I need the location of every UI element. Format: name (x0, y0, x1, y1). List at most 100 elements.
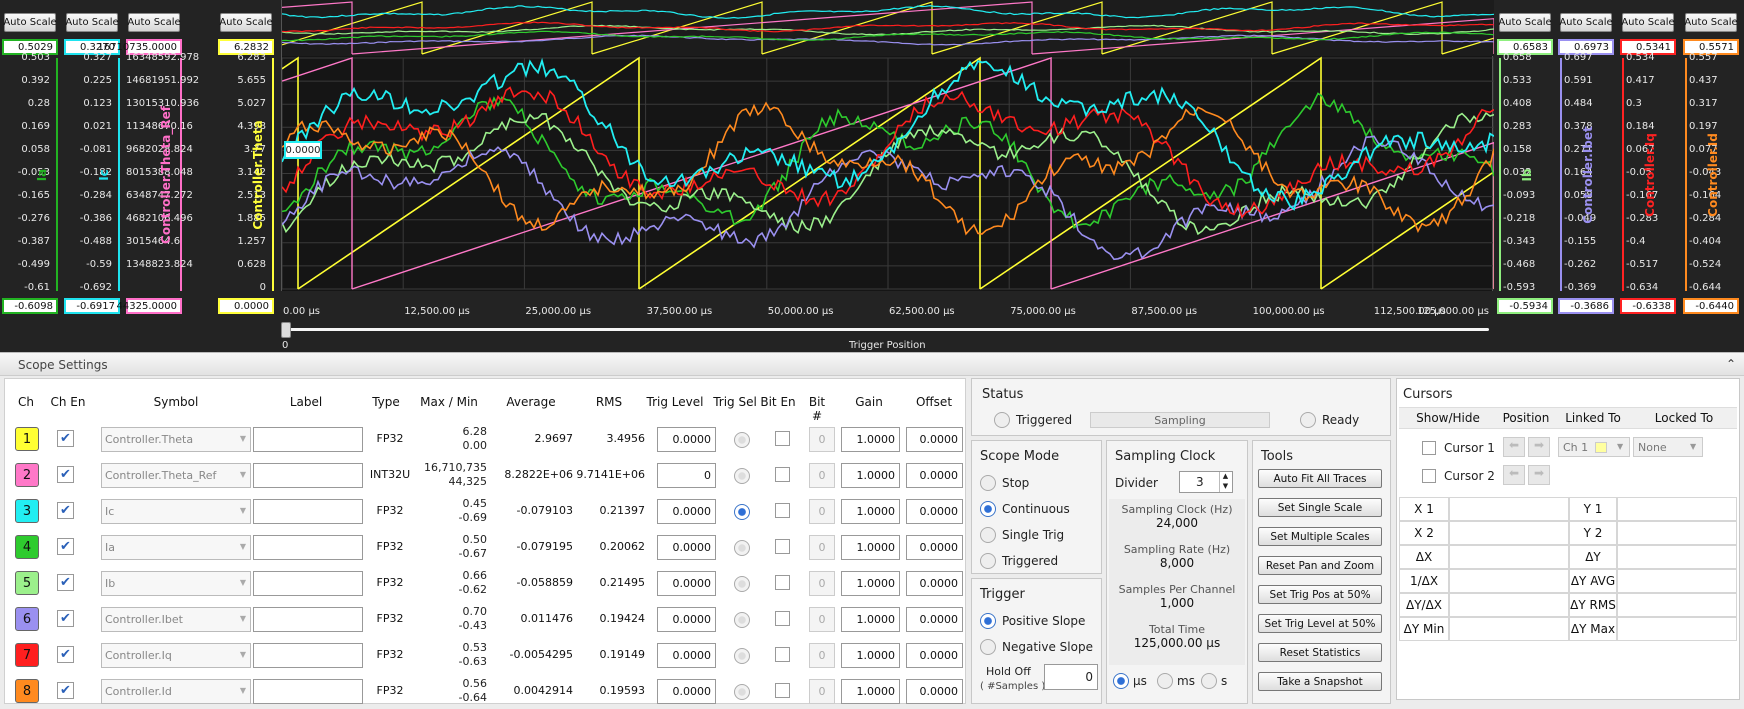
axis-min-input[interactable]: -0.3686 (1558, 298, 1614, 314)
symbol-select[interactable]: Controller.Theta_Ref ▼ (101, 463, 251, 488)
axis-min-input[interactable]: 44325.0000 (117, 298, 182, 314)
bit-number-input[interactable]: 0 (809, 463, 835, 488)
symbol-select[interactable]: Controller.Ibet ▼ (101, 607, 251, 632)
channel-enable-checkbox[interactable]: ✔ (57, 574, 74, 591)
trig-select-radio[interactable] (734, 504, 750, 520)
label-input[interactable] (253, 607, 363, 632)
tool-button[interactable]: Set Single Scale (1258, 498, 1382, 517)
trig-level-input[interactable]: 0.0000 (657, 643, 716, 668)
bit-number-input[interactable]: 0 (809, 535, 835, 560)
offset-input[interactable]: 0.0000 (906, 535, 963, 560)
label-input[interactable] (253, 643, 363, 668)
bit-number-input[interactable]: 0 (809, 643, 835, 668)
cursor-left-arrow-icon[interactable]: ⬅ (1503, 465, 1525, 485)
offset-input[interactable]: 0.0000 (906, 427, 963, 452)
time-unit-option[interactable]: s (1201, 673, 1227, 689)
trig-level-input[interactable]: 0.0000 (657, 607, 716, 632)
trig-select-radio[interactable] (734, 612, 750, 628)
channel-enable-checkbox[interactable]: ✔ (57, 538, 74, 555)
axis-min-input[interactable]: -0.5934 (1497, 298, 1553, 314)
trigger-slope-option[interactable]: Negative Slope (980, 639, 1093, 655)
trig-level-input[interactable]: 0.0000 (657, 427, 716, 452)
offset-input[interactable]: 0.0000 (906, 571, 963, 596)
cursor-left-arrow-icon[interactable]: ⬅ (1503, 437, 1525, 457)
trig-select-radio[interactable] (734, 432, 750, 448)
divider-down-icon[interactable]: ▼ (1219, 482, 1231, 492)
time-unit-option[interactable]: µs (1113, 673, 1147, 689)
divider-up-icon[interactable]: ▲ (1219, 472, 1231, 482)
gain-input[interactable]: 1.0000 (841, 679, 900, 704)
trigger-level-marker[interactable]: 0.0000 (284, 141, 322, 159)
symbol-select[interactable]: Controller.Id ▼ (101, 679, 251, 704)
tool-button[interactable]: Set Trig Pos at 50% (1258, 585, 1382, 604)
axis-min-input[interactable]: -0.6917 (64, 298, 120, 314)
trig-level-input[interactable]: 0.0000 (657, 571, 716, 596)
divider-input[interactable]: 3 ▲ ▼ (1179, 471, 1233, 493)
collapse-icon[interactable]: ⌃ (1726, 357, 1736, 371)
label-input[interactable] (253, 499, 363, 524)
offset-input[interactable]: 0.0000 (906, 607, 963, 632)
offset-input[interactable]: 0.0000 (906, 679, 963, 704)
label-input[interactable] (253, 571, 363, 596)
tool-button[interactable]: Reset Statistics (1258, 643, 1382, 662)
auto-scale-button[interactable]: Auto Scale (3, 13, 57, 32)
trig-level-input[interactable]: 0.0000 (657, 535, 716, 560)
channel-enable-checkbox[interactable]: ✔ (57, 610, 74, 627)
tool-button[interactable]: Reset Pan and Zoom (1258, 556, 1382, 575)
trig-level-input[interactable]: 0 (657, 463, 716, 488)
auto-scale-button[interactable]: Auto Scale (219, 13, 273, 32)
holdoff-input[interactable]: 0 (1044, 664, 1098, 690)
cursor-locked-select[interactable]: None ▼ (1633, 437, 1703, 457)
label-input[interactable] (253, 679, 363, 704)
gain-input[interactable]: 1.0000 (841, 535, 900, 560)
trigger-slope-option[interactable]: Positive Slope (980, 613, 1085, 629)
auto-scale-button[interactable]: Auto Scale (1684, 13, 1738, 32)
cursor-right-arrow-icon[interactable]: ➡ (1528, 465, 1550, 485)
symbol-select[interactable]: Ia ▼ (101, 535, 251, 560)
bit-enable-checkbox[interactable] (775, 539, 790, 554)
gain-input[interactable]: 1.0000 (841, 427, 900, 452)
bit-enable-checkbox[interactable] (775, 611, 790, 626)
trig-select-radio[interactable] (734, 540, 750, 556)
bit-number-input[interactable]: 0 (809, 679, 835, 704)
label-input[interactable] (253, 463, 363, 488)
cursor-linked-select[interactable]: Ch 1 ▼ (1558, 437, 1630, 457)
symbol-select[interactable]: Ic ▼ (101, 499, 251, 524)
bit-enable-checkbox[interactable] (775, 503, 790, 518)
trig-level-input[interactable]: 0.0000 (657, 499, 716, 524)
auto-scale-button[interactable]: Auto Scale (1498, 13, 1552, 32)
bit-number-input[interactable]: 0 (809, 427, 835, 452)
tool-button[interactable]: Set Multiple Scales (1258, 527, 1382, 546)
gain-input[interactable]: 1.0000 (841, 463, 900, 488)
axis-min-input[interactable]: 0.0000 (218, 298, 274, 314)
offset-input[interactable]: 0.0000 (906, 463, 963, 488)
time-unit-option[interactable]: ms (1157, 673, 1195, 689)
trig-level-input[interactable]: 0.0000 (657, 679, 716, 704)
tool-button[interactable]: Auto Fit All Traces (1258, 469, 1382, 488)
channel-enable-checkbox[interactable]: ✔ (57, 430, 74, 447)
offset-input[interactable]: 0.0000 (906, 499, 963, 524)
bit-enable-checkbox[interactable] (775, 647, 790, 662)
scope-mode-option[interactable]: Continuous (980, 501, 1070, 517)
trig-select-radio[interactable] (734, 576, 750, 592)
gain-input[interactable]: 1.0000 (841, 571, 900, 596)
trigger-position-slider[interactable] (281, 322, 1489, 338)
cursor-visible-checkbox[interactable] (1422, 441, 1436, 455)
slider-thumb[interactable] (281, 322, 291, 338)
bit-number-input[interactable]: 0 (809, 607, 835, 632)
auto-scale-button[interactable]: Auto Scale (1621, 13, 1675, 32)
scope-mode-option[interactable]: Triggered (980, 553, 1058, 569)
tool-button[interactable]: Set Trig Level at 50% (1258, 614, 1382, 633)
tool-button[interactable]: Take a Snapshot (1258, 672, 1382, 691)
offset-input[interactable]: 0.0000 (906, 643, 963, 668)
settings-header[interactable]: Scope Settings ⌃ (0, 352, 1744, 376)
trig-select-radio[interactable] (734, 684, 750, 700)
trig-select-radio[interactable] (734, 648, 750, 664)
channel-enable-checkbox[interactable]: ✔ (57, 682, 74, 699)
axis-min-input[interactable]: -0.6338 (1620, 298, 1676, 314)
auto-scale-button[interactable]: Auto Scale (65, 13, 119, 32)
gain-input[interactable]: 1.0000 (841, 643, 900, 668)
label-input[interactable] (253, 427, 363, 452)
bit-enable-checkbox[interactable] (775, 575, 790, 590)
cursor-visible-checkbox[interactable] (1422, 469, 1436, 483)
